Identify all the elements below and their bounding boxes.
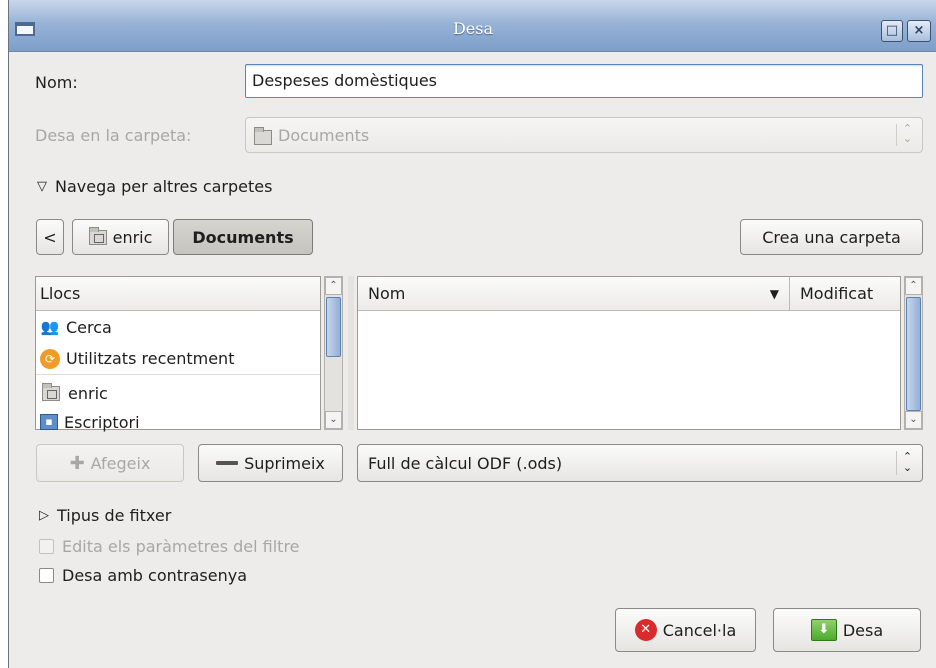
places-scrollbar[interactable]: ⌃ ⌄	[324, 276, 343, 430]
files-scrollbar[interactable]: ⌃ ⌄	[904, 276, 923, 430]
save-button[interactable]: ⬇ Desa	[773, 608, 921, 652]
places-item-desktop[interactable]: ▪ Escriptori	[36, 409, 320, 435]
name-field-value: Despeses domèstiques	[252, 71, 438, 90]
expander-open-icon: ▽	[37, 179, 47, 194]
crumb-label: enric	[112, 227, 153, 247]
file-filter-value: Full de càlcul ODF (.ods)	[368, 453, 563, 473]
folder-icon	[254, 127, 272, 145]
files-header: Nom ▼ Modificat	[358, 277, 900, 311]
path-back-button[interactable]: <	[36, 219, 64, 255]
save-in-combo[interactable]: Documents ⌃ ⌄	[245, 117, 923, 153]
files-panel: Nom ▼ Modificat	[357, 276, 901, 430]
close-icon[interactable]: ×	[907, 20, 931, 42]
column-modified[interactable]: Modificat	[790, 284, 873, 303]
remove-place-label: Suprimeix	[244, 453, 325, 473]
recent-icon: ⟳	[40, 348, 60, 369]
binoculars-icon: 👥	[40, 318, 60, 336]
places-header[interactable]: Llocs	[36, 277, 320, 311]
save-in-value: Documents	[278, 126, 370, 145]
scroll-down-icon[interactable]: ⌄	[905, 411, 922, 429]
back-arrow-icon: <	[43, 227, 57, 247]
edit-filter-option[interactable]: Edita els paràmetres del filtre	[39, 537, 300, 556]
crumb-label: Documents	[192, 227, 294, 247]
scroll-up-icon[interactable]: ⌃	[325, 277, 342, 295]
cancel-button[interactable]: ✕ Cancel·la	[615, 608, 756, 652]
places-item-search[interactable]: 👥 Cerca	[36, 311, 320, 343]
places-panel: Llocs 👥 Cerca ⟳ Utilitzats recentment en…	[35, 276, 321, 432]
combo-arrows-icon: ⌃ ⌄	[896, 123, 918, 146]
home-folder-icon	[88, 226, 107, 245]
save-label: Desa	[842, 620, 884, 640]
path-crumb-enric[interactable]: enric	[72, 219, 169, 255]
title-bar[interactable]: Desa □ ×	[9, 0, 936, 52]
places-item-home[interactable]: enric	[36, 377, 320, 409]
save-icon: ⬇	[810, 619, 837, 641]
add-place-button[interactable]: ✚ Afegeix	[36, 444, 184, 482]
home-folder-icon	[42, 382, 60, 401]
save-dialog: Desa □ × Nom: Despeses domèstiques Desa …	[8, 0, 936, 668]
combo-arrows-icon: ⌃ ⌄	[896, 451, 918, 475]
cancel-label: Cancel·la	[662, 620, 737, 640]
scroll-up-icon[interactable]: ⌃	[905, 277, 922, 295]
name-label: Nom:	[35, 73, 78, 92]
places-item-label: Escriptori	[64, 412, 140, 432]
file-type-expander[interactable]: ▷ Tipus de fitxer	[39, 506, 171, 525]
expander-closed-icon: ▷	[39, 508, 49, 523]
column-modified-label: Modificat	[800, 284, 874, 303]
password-option[interactable]: Desa amb contrasenya	[39, 566, 247, 585]
places-item-recent[interactable]: ⟳ Utilitzats recentment	[36, 343, 320, 375]
browse-label: Navega per altres carpetes	[55, 177, 273, 196]
files-scroll-thumb[interactable]	[906, 297, 921, 411]
name-field[interactable]: Despeses domèstiques	[245, 64, 923, 98]
column-name-label: Nom	[368, 284, 406, 303]
pane-divider[interactable]	[348, 276, 354, 430]
places-item-label: Utilitzats recentment	[66, 349, 235, 368]
places-scroll-thumb[interactable]	[326, 297, 341, 357]
file-type-label: Tipus de fitxer	[57, 506, 172, 525]
scroll-down-icon[interactable]: ⌄	[325, 411, 342, 429]
plus-icon: ✚	[69, 452, 85, 474]
minus-icon	[216, 461, 239, 465]
places-item-label: enric	[68, 383, 108, 403]
browse-expander[interactable]: ▽ Navega per altres carpetes	[37, 177, 272, 196]
add-place-label: Afegeix	[90, 453, 151, 473]
cancel-icon: ✕	[634, 619, 657, 641]
maximize-icon[interactable]: □	[881, 20, 903, 42]
create-folder-label: Crea una carpeta	[762, 227, 901, 247]
create-folder-button[interactable]: Crea una carpeta	[740, 219, 923, 255]
edit-filter-checkbox[interactable]	[39, 539, 54, 554]
places-header-label: Llocs	[40, 284, 81, 303]
window-title: Desa	[452, 19, 494, 38]
column-name[interactable]: Nom ▼	[358, 277, 790, 310]
remove-place-button[interactable]: Suprimeix	[198, 444, 343, 482]
password-checkbox[interactable]	[39, 568, 54, 583]
edit-filter-label: Edita els paràmetres del filtre	[62, 537, 300, 556]
file-filter-combo[interactable]: Full de càlcul ODF (.ods) ⌃ ⌄	[357, 444, 923, 482]
places-item-label: Cerca	[66, 317, 112, 337]
sort-down-icon: ▼	[769, 286, 779, 301]
save-in-label: Desa en la carpeta:	[35, 126, 192, 145]
password-label: Desa amb contrasenya	[62, 566, 247, 585]
desktop-icon: ▪	[40, 414, 58, 430]
path-crumb-documents[interactable]: Documents	[173, 219, 313, 255]
